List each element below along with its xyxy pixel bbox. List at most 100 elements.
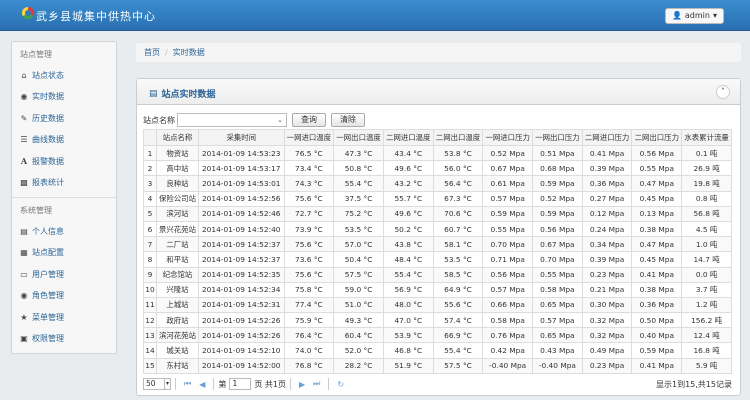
- next-page-icon[interactable]: ▶: [299, 380, 305, 389]
- table-cell: 43.8 °C: [382, 236, 434, 253]
- table-cell: 55.4 °C: [333, 175, 384, 192]
- table-row[interactable]: 15 东村站 2014-01-09 14:52:00 76.8 °C 28.2 °C 51…: [142, 357, 732, 374]
- table-cell: 0.70 Mpa: [532, 251, 583, 268]
- table-cell: 73.9 °C: [283, 220, 335, 238]
- filter-bar: 站点名称 ⌄ 查询 清除: [143, 113, 365, 127]
- chevron-down-icon: ▾: [163, 379, 169, 389]
- row-index-cell: 12: [142, 312, 158, 329]
- table-cell: 60.7 °C: [432, 220, 484, 238]
- refresh-icon[interactable]: ↻: [337, 380, 344, 389]
- breadcrumb-home-link[interactable]: 首页: [144, 48, 160, 57]
- table-cell: 兴隆站: [156, 281, 199, 298]
- table-row[interactable]: 1 物资站 2014-01-09 14:53:23 76.5 °C 47.3 °C 43.…: [142, 144, 732, 162]
- pager-separator: [328, 378, 330, 390]
- table-cell: 56.4 °C: [432, 175, 484, 192]
- list-alt-icon: ▤: [20, 226, 28, 236]
- table-cell: 51.9 °C: [382, 357, 434, 374]
- clear-button[interactable]: 清除: [331, 113, 365, 127]
- table-row[interactable]: 14 城关站 2014-01-09 14:52:10 74.0 °C 52.0 °C 46…: [142, 342, 732, 359]
- table-cell: 城关站: [156, 342, 199, 359]
- table-cell: 4.5 吨: [681, 220, 732, 238]
- table-row[interactable]: 3 良种站 2014-01-09 14:53:01 74.3 °C 55.4 °C 43.…: [142, 175, 732, 192]
- page-number-input[interactable]: 1: [229, 378, 252, 390]
- collapse-button[interactable]: ˄: [716, 85, 730, 99]
- table-row[interactable]: 7 二厂站 2014-01-09 14:52:37 75.6 °C 57.0 °C 43.…: [142, 236, 732, 253]
- sidebar-item-station-status[interactable]: ⌂ 站点状态: [12, 64, 116, 86]
- table-cell: 0.32 Mpa: [581, 312, 633, 329]
- station-name-select[interactable]: ⌄: [177, 113, 287, 127]
- sidebar-item-station-config[interactable]: ▦ 站点配置: [12, 242, 116, 264]
- sidebar-item-realtime-data[interactable]: ◉ 实时数据: [12, 86, 116, 108]
- table-row[interactable]: 5 滨河站 2014-01-09 14:52:46 72.7 °C 75.2 °C 49.…: [142, 205, 732, 222]
- query-button[interactable]: 查询: [292, 113, 326, 127]
- sidebar-item-alarm-data[interactable]: A 报警数据: [12, 150, 116, 172]
- table-row[interactable]: 2 高中站 2014-01-09 14:53:17 73.4 °C 50.8 °C 49.…: [142, 160, 732, 177]
- table-cell: 0.66 Mpa: [482, 296, 534, 314]
- sidebar-item-label: 实时数据: [32, 92, 64, 101]
- grid-icon: ▦: [20, 248, 28, 257]
- sidebar-item-menu-management[interactable]: ★ 菜单管理: [12, 306, 116, 328]
- table-cell: 0.45 Mpa: [631, 251, 683, 268]
- page-size-select[interactable]: 50 ▾: [143, 378, 171, 390]
- table-cell: 16.8 吨: [681, 342, 732, 359]
- table-cell: 0.68 Mpa: [532, 160, 583, 177]
- sidebar-item-history-data[interactable]: ✎ 历史数据: [12, 107, 116, 129]
- table-cell: 滨河花苑站: [156, 327, 199, 344]
- table-cell: 良种站: [156, 175, 199, 192]
- page-suffix: 页 共1页: [254, 379, 286, 389]
- table-cell: 75.6 °C: [283, 236, 335, 253]
- table-cell: 0.8 吨: [681, 190, 732, 207]
- column-header: 采集时间: [197, 129, 285, 146]
- row-index-cell: 4: [142, 190, 158, 207]
- sidebar-item-role-management[interactable]: ◉ 角色管理: [12, 285, 116, 307]
- lock-icon: ▣: [20, 334, 28, 343]
- globe-icon: ◉: [20, 291, 28, 300]
- row-index-cell: 11: [142, 296, 158, 314]
- table-row[interactable]: 12 政府站 2014-01-09 14:52:26 75.9 °C 49.3 °C 47…: [142, 312, 732, 329]
- table-cell: 49.6 °C: [382, 160, 434, 177]
- logo-icon: [22, 7, 34, 19]
- table-cell: 75.8 °C: [283, 281, 335, 298]
- table-cell: 55.7 °C: [382, 190, 434, 207]
- breadcrumb-current[interactable]: 实时数据: [173, 48, 205, 57]
- sidebar-section-title: 系统管理: [20, 206, 52, 215]
- prev-page-icon[interactable]: ◀: [199, 380, 205, 389]
- table-cell: 2014-01-09 14:52:10: [197, 342, 285, 359]
- table-cell: 0.32 Mpa: [581, 327, 633, 344]
- row-index-cell: 14: [142, 342, 158, 359]
- column-header: 二网进口压力: [581, 129, 633, 146]
- table-cell: 53.8 °C: [432, 144, 484, 162]
- page-prefix: 第: [218, 379, 227, 389]
- table-body: 1 物资站 2014-01-09 14:53:23 76.5 °C 47.3 °C 43.…: [142, 144, 732, 374]
- sidebar-item-curve-data[interactable]: ☰ 曲线数据: [12, 129, 116, 151]
- last-page-icon[interactable]: ⏭: [313, 379, 320, 389]
- table-cell: 0.36 Mpa: [581, 175, 633, 192]
- table-row[interactable]: 8 和平站 2014-01-09 14:52:37 73.6 °C 50.4 °C 48.…: [142, 251, 732, 268]
- table-row[interactable]: 10 兴隆站 2014-01-09 14:52:34 75.8 °C 59.0 °C 56…: [142, 281, 732, 298]
- table-row[interactable]: 4 保险公司站 2014-01-09 14:52:56 75.6 °C 37.5 °C 5…: [142, 190, 732, 207]
- sidebar: 站点管理 ⌂ 站点状态 ◉ 实时数据 ✎ 历史数据 ☰ 曲线数据 A 报警数据 …: [11, 41, 117, 354]
- table-cell: 70.6 °C: [432, 205, 484, 222]
- sidebar-item-personal-info[interactable]: ▤ 个人信息: [12, 220, 116, 242]
- table-row[interactable]: 13 滨河花苑站 2014-01-09 14:52:26 76.4 °C 60.4 °C…: [142, 327, 732, 344]
- sidebar-item-permission-management[interactable]: ▣ 权限管理: [12, 328, 116, 350]
- top-navbar: 武乡县城集中供热中心 👤 admin ▾: [0, 0, 750, 31]
- table-cell: 55.4 °C: [432, 342, 484, 359]
- table-cell: 57.4 °C: [432, 312, 484, 329]
- row-index-cell: 1: [142, 144, 158, 162]
- table-cell: 75.9 °C: [283, 312, 335, 329]
- table-cell: 2014-01-09 14:52:26: [197, 312, 285, 329]
- sidebar-item-report-stats[interactable]: ▩ 报表统计: [12, 172, 116, 194]
- table-row[interactable]: 11 上城站 2014-01-09 14:52:31 77.4 °C 51.0 °C 48…: [142, 296, 732, 314]
- table-cell: 48.0 °C: [382, 296, 434, 314]
- first-page-icon[interactable]: ⏮: [184, 379, 191, 389]
- user-menu-button[interactable]: 👤 admin ▾: [664, 8, 724, 24]
- row-index-cell: 6: [142, 220, 158, 238]
- table-row[interactable]: 9 纪念馆站 2014-01-09 14:52:35 75.6 °C 57.5 °C 55…: [142, 266, 732, 283]
- table-row[interactable]: 6 景兴花苑站 2014-01-09 14:52:40 73.9 °C 53.5 °C 5…: [142, 220, 732, 238]
- table-cell: 75.2 °C: [333, 205, 384, 222]
- table-cell: 28.2 °C: [333, 357, 384, 374]
- table-cell: 0.76 Mpa: [482, 327, 534, 344]
- row-index-cell: 3: [142, 175, 158, 192]
- sidebar-item-user-management[interactable]: ▭ 用户管理: [12, 263, 116, 285]
